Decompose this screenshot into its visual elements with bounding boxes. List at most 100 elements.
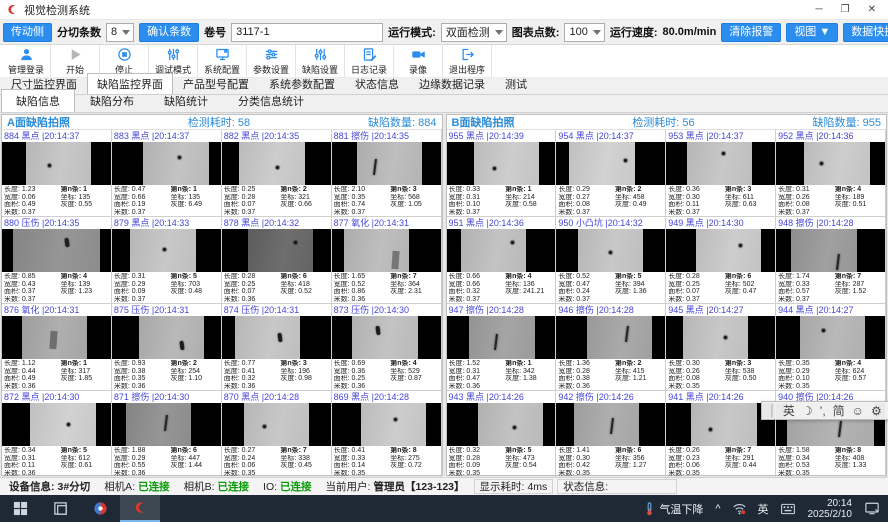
defect-cell[interactable]: 872 黑点 |20:14:30长度: 0.34宽度: 0.31面积: 0.11… — [2, 391, 112, 478]
defect-cell[interactable]: 951 黑点 |20:14:36长度: 0.66宽度: 0.66面积: 0.32… — [447, 217, 557, 304]
weather-widget[interactable]: 气温下降 — [639, 495, 708, 522]
defect-cell[interactable]: 876 氧化 |20:14:31长度: 1.12宽度: 0.44面积: 0.49… — [2, 304, 112, 391]
defect-cell[interactable]: 880 压伤 |20:14:35长度: 0.85宽度: 0.43面积: 0.37… — [2, 217, 112, 304]
defect-cell[interactable]: 950 小凸坑 |20:14:32长度: 0.52宽度: 0.47面积: 0.2… — [556, 217, 666, 304]
defect-cell[interactable]: 881 擦伤 |20:14:35长度: 2.10宽度: 0.35面积: 0.74… — [332, 130, 442, 217]
position-line: 坐标: 254 — [171, 368, 219, 375]
chevron-down-icon — [593, 30, 601, 35]
defect-cell-header: 878 黑点 |20:14:32 — [222, 217, 331, 229]
defect-cell[interactable]: 949 黑点 |20:14:30长度: 0.28宽度: 0.25面积: 0.07… — [666, 217, 776, 304]
tab-main-4[interactable]: 状态信息 — [345, 73, 409, 94]
defect-cell[interactable]: 875 压伤 |20:14:31长度: 0.93宽度: 0.38面积: 0.35… — [112, 304, 222, 391]
slit-count-select[interactable]: 8 — [106, 23, 134, 42]
defect-cell-info: 长度: 0.52宽度: 0.47面积: 0.24米数: 0.37第n条: 5坐标… — [556, 272, 665, 303]
tab-sub-1[interactable]: 缺陷分布 — [75, 89, 149, 112]
defect-cell-info: 长度: 2.10宽度: 0.35面积: 0.74米数: 0.37第n条: 3坐标… — [332, 185, 441, 216]
position-line: 坐标: 473 — [505, 455, 553, 462]
panel-title: A面缺陷拍照 — [7, 114, 70, 130]
position-line: 坐标: 189 — [835, 194, 883, 201]
tab-main-6[interactable]: 测试 — [495, 73, 537, 94]
defect-cell[interactable]: 873 压伤 |20:14:30长度: 0.69宽度: 0.36面积: 0.25… — [332, 304, 442, 391]
network-icon[interactable] — [728, 495, 751, 522]
defect-cell[interactable]: 943 黑点 |20:14:26长度: 0.32宽度: 0.28面积: 0.09… — [447, 391, 557, 478]
defect-cell[interactable]: 884 黑点 |20:14:37长度: 1.23宽度: 0.06面积: 0.49… — [2, 130, 112, 217]
clear-alarm-button[interactable]: 清除报警 — [721, 23, 781, 42]
minimize-button[interactable]: ─ — [816, 0, 823, 20]
sliders-v2-icon — [313, 47, 328, 62]
tab-sub-3[interactable]: 分类信息统计 — [223, 89, 319, 112]
title-bar: 视觉检测系统 ─ ❐ ✕ — [0, 0, 888, 20]
defect-cell-info: 长度: 0.31宽度: 0.26面积: 0.08米数: 0.37第n条: 4坐标… — [776, 185, 885, 216]
defect-cell[interactable]: 883 黑点 |20:14:37长度: 0.47宽度: 0.66面积: 0.19… — [112, 130, 222, 217]
defect-cell[interactable]: 877 氧化 |20:14:31长度: 1.65宽度: 0.52面积: 0.86… — [332, 217, 442, 304]
position-line: 坐标: 394 — [615, 281, 663, 288]
defect-cell[interactable]: 870 黑点 |20:14:28长度: 0.27宽度: 0.24面积: 0.06… — [222, 391, 332, 478]
language-indicator[interactable]: 英 — [753, 495, 774, 522]
position-line: 灰度: 0.72 — [390, 462, 438, 469]
ime-simplified[interactable]: 简 — [833, 402, 845, 419]
confirm-count-button[interactable]: 确认条数 — [139, 23, 199, 42]
taskbar-clock[interactable]: 20:14 2025/2/10 — [802, 498, 859, 520]
position-line: 第n条: 5 — [171, 273, 219, 280]
task-view-button[interactable] — [40, 495, 80, 522]
defect-panel-b: B面缺陷拍照检测耗时: 56缺陷数量: 955955 黑点 |20:14:39长… — [446, 114, 888, 476]
tab-sub-0[interactable]: 缺陷信息 — [1, 89, 75, 112]
position-line: 灰度: 0.50 — [725, 375, 773, 382]
measure-line: 宽度: 0.66 — [449, 281, 506, 288]
defect-cell[interactable]: 952 黑点 |20:14:36长度: 0.31宽度: 0.26面积: 0.08… — [776, 130, 886, 217]
ime-emoji-icon[interactable]: ☺ — [852, 404, 864, 418]
close-button[interactable]: ✕ — [868, 0, 876, 20]
defect-cell[interactable]: 945 黑点 |20:14:27长度: 0.30宽度: 0.26面积: 0.08… — [666, 304, 776, 391]
remote-app-icon[interactable] — [80, 495, 120, 522]
start-button[interactable] — [0, 495, 40, 522]
run-mode-select[interactable]: 双面检测 — [441, 23, 507, 42]
drive-side-button[interactable]: 传动侧 — [3, 23, 52, 42]
chart-points-select[interactable]: 100 — [564, 23, 604, 42]
measure-line: 宽度: 0.41 — [224, 368, 281, 375]
position-line: 第n条: 1 — [505, 186, 553, 193]
defect-cell[interactable]: 869 黑点 |20:14:28长度: 0.41宽度: 0.33面积: 0.14… — [332, 391, 442, 478]
maximize-button[interactable]: ❐ — [841, 0, 850, 20]
tray-expand-caret[interactable]: ^ — [710, 495, 725, 522]
defect-cell[interactable]: 878 黑点 |20:14:32长度: 0.28宽度: 0.25面积: 0.07… — [222, 217, 332, 304]
defect-thumbnail — [666, 142, 775, 186]
tab-main-5[interactable]: 边缘数据记录 — [409, 73, 495, 94]
defect-cell[interactable]: 942 擦伤 |20:14:26长度: 1.41宽度: 0.30面积: 0.42… — [556, 391, 666, 478]
ime-moon-icon[interactable]: ☽ — [802, 404, 813, 418]
defect-cell[interactable]: 948 擦伤 |20:14:28长度: 1.74宽度: 0.33面积: 0.57… — [776, 217, 886, 304]
ime-keyboard-icon[interactable] — [776, 495, 800, 522]
defect-cell[interactable]: 882 黑点 |20:14:35长度: 0.25宽度: 0.28面积: 0.07… — [222, 130, 332, 217]
display-time-label: 显示耗时: — [480, 479, 525, 494]
defect-cell[interactable]: 874 压伤 |20:14:31长度: 0.77宽度: 0.41面积: 0.32… — [222, 304, 332, 391]
defect-cell[interactable]: 946 擦伤 |20:14:28长度: 1.36宽度: 0.28面积: 0.38… — [556, 304, 666, 391]
defect-cell[interactable]: 879 黑点 |20:14:33长度: 0.31宽度: 0.29面积: 0.09… — [112, 217, 222, 304]
defect-cell[interactable]: 955 黑点 |20:14:39长度: 0.33宽度: 0.31面积: 0.10… — [447, 130, 557, 217]
measure-line: 面积: 0.11 — [668, 201, 725, 208]
defect-cell-info: 长度: 0.33宽度: 0.31面积: 0.10米数: 0.37第n条: 1坐标… — [447, 185, 556, 216]
ime-settings-icon[interactable]: ⚙ — [871, 404, 882, 418]
defect-cell[interactable]: 947 擦伤 |20:14:28长度: 1.52宽度: 0.31面积: 0.47… — [447, 304, 557, 391]
thumbnail-material-band — [248, 229, 313, 273]
defect-thumbnail — [556, 229, 665, 273]
camera-a-label: 相机A: — [104, 479, 135, 494]
ime-lang-en[interactable]: 英 — [783, 402, 795, 419]
defect-cell[interactable]: 953 黑点 |20:14:37长度: 0.36宽度: 0.30面积: 0.11… — [666, 130, 776, 217]
notification-center-icon[interactable] — [860, 495, 884, 522]
thumbnail-material-band — [143, 142, 208, 186]
defect-cell[interactable]: 954 黑点 |20:14:37长度: 0.29宽度: 0.27面积: 0.08… — [556, 130, 666, 217]
defect-thumbnail — [112, 403, 221, 447]
defect-cell[interactable]: 941 黑点 |20:14:26长度: 0.26宽度: 0.23面积: 0.06… — [666, 391, 776, 478]
position-line: 第n条: 1 — [61, 186, 109, 193]
thumbnail-material-band — [683, 316, 748, 360]
data-quick-access-button[interactable]: 数据快捷访问 ▼ — [843, 23, 888, 42]
tab-sub-2[interactable]: 缺陷统计 — [149, 89, 223, 112]
roll-number-input[interactable] — [231, 23, 383, 42]
defect-position: 第n条: 6坐标: 356灰度: 1.27 — [615, 447, 663, 477]
defect-measures: 长度: 0.29宽度: 0.27面积: 0.08米数: 0.37 — [558, 186, 615, 216]
defect-cell[interactable]: 871 擦伤 |20:14:30长度: 1.88宽度: 0.29面积: 0.55… — [112, 391, 222, 478]
inspection-app-taskbar-icon[interactable] — [120, 495, 160, 522]
ime-punct-icon[interactable]: ’, — [820, 404, 826, 418]
defect-cell[interactable]: 944 黑点 |20:14:27长度: 0.35宽度: 0.29面积: 0.10… — [776, 304, 886, 391]
view-menu-button[interactable]: 视图 ▼ — [786, 23, 838, 42]
windows-taskbar: 气温下降 ^ 英 20:14 2025/2/10 — [0, 495, 888, 522]
